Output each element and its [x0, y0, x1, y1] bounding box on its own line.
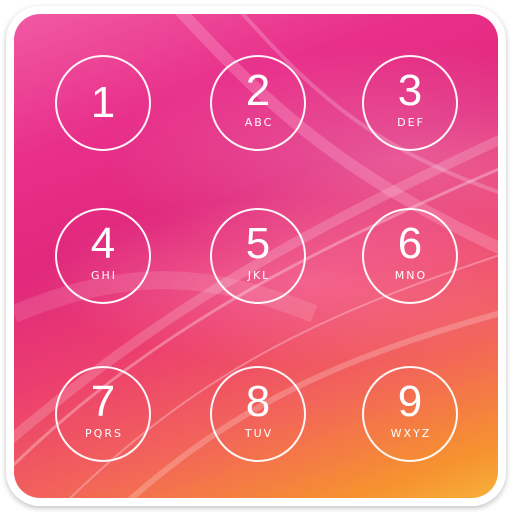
- key-9-letters: WXYZ: [390, 427, 432, 440]
- key-3[interactable]: 3 DEF: [362, 55, 458, 151]
- key-1-digit: 1: [90, 78, 116, 127]
- key-4[interactable]: 4 GHI: [55, 208, 151, 304]
- key-8-letters: TUV: [244, 427, 274, 440]
- pin-keypad: 1 2 ABC 3 DEF 4 GHI 5 JKL 6 MNO 7 PQRS 8…: [0, 0, 512, 512]
- key-2-letters: ABC: [244, 116, 274, 129]
- key-1[interactable]: 1: [55, 55, 151, 151]
- key-9[interactable]: 9 WXYZ: [362, 366, 458, 462]
- key-4-letters: GHI: [90, 269, 118, 282]
- key-5-letters: JKL: [247, 269, 271, 282]
- key-3-letters: DEF: [397, 116, 425, 129]
- key-3-digit: 3: [397, 66, 423, 115]
- key-6-digit: 6: [397, 219, 423, 268]
- key-5-digit: 5: [245, 219, 271, 268]
- key-2-digit: 2: [245, 66, 271, 115]
- key-9-digit: 9: [397, 377, 423, 426]
- key-7-letters: PQRS: [85, 427, 123, 440]
- key-7[interactable]: 7 PQRS: [55, 366, 151, 462]
- key-8[interactable]: 8 TUV: [210, 366, 306, 462]
- key-5[interactable]: 5 JKL: [210, 208, 306, 304]
- key-7-digit: 7: [90, 377, 116, 426]
- key-2[interactable]: 2 ABC: [210, 55, 306, 151]
- key-6[interactable]: 6 MNO: [362, 208, 458, 304]
- key-8-digit: 8: [245, 377, 271, 426]
- key-6-letters: MNO: [394, 269, 428, 282]
- key-4-digit: 4: [90, 219, 116, 268]
